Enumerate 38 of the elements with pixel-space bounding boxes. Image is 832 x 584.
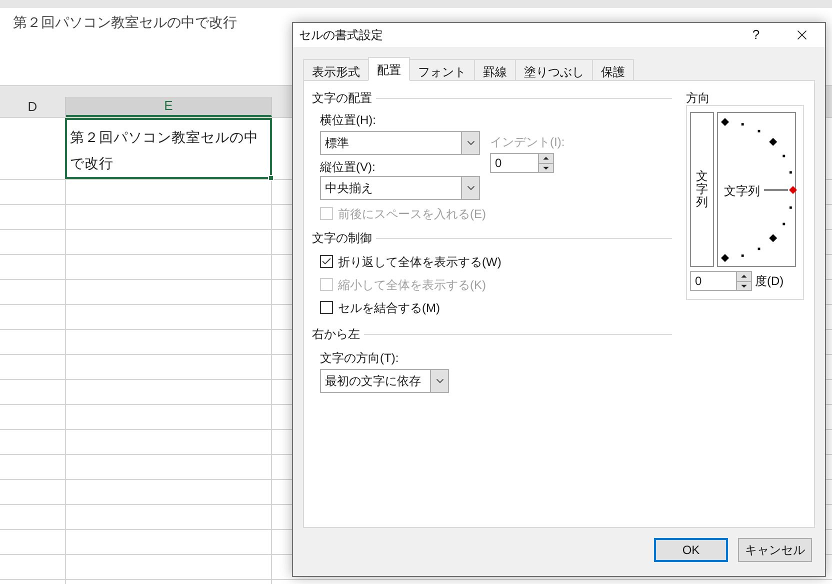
- select-value: 標準: [324, 135, 350, 152]
- vertical-text-button[interactable]: 文字列: [690, 112, 714, 267]
- check-icon: [321, 256, 332, 267]
- orientation-sample-text: 文字列: [724, 183, 760, 200]
- select-value: 最初の文字に依存: [324, 373, 422, 390]
- degrees-label: 度(D): [755, 273, 784, 290]
- formula-bar-text[interactable]: 第２回パソコン教室セルの中で改行: [13, 14, 237, 30]
- dialog-title: セルの書式設定: [299, 27, 384, 44]
- section-title: 方向: [686, 90, 711, 105]
- spin-value: 0: [494, 155, 503, 172]
- checkbox[interactable]: [320, 255, 333, 268]
- field-label: 横位置(H):: [320, 112, 377, 129]
- section-title: 文字の配置: [312, 90, 372, 107]
- indent-label: インデント(I):: [490, 134, 565, 151]
- spin-value: 0: [694, 273, 703, 290]
- tab[interactable]: 配置: [368, 57, 410, 81]
- select-value: 中央揃え: [324, 180, 374, 197]
- tab[interactable]: 表示形式: [303, 59, 369, 81]
- checkbox-label: 前後にスペースを入れる(E): [338, 206, 486, 222]
- checkbox[interactable]: [320, 301, 333, 314]
- degrees-spinner[interactable]: 0: [690, 271, 752, 291]
- dialog-button[interactable]: キャンセル: [738, 538, 812, 562]
- field-label: 縦位置(V):: [320, 159, 376, 176]
- tab[interactable]: 保護: [592, 59, 634, 81]
- field-label: 文字の方向(T):: [320, 350, 400, 367]
- text-direction-select[interactable]: 最初の文字に依存: [320, 369, 449, 393]
- checkbox-label: 折り返して全体を表示する(W): [338, 254, 502, 270]
- dialog-button[interactable]: OK: [654, 538, 728, 562]
- column-header[interactable]: E: [66, 97, 272, 117]
- section-title: 右から左: [312, 326, 360, 343]
- checkbox-label: 縮小して全体を表示する(K): [338, 276, 486, 294]
- tab[interactable]: 塗りつぶし: [515, 59, 593, 81]
- horizontal-select[interactable]: 標準: [320, 131, 480, 155]
- vertical-select[interactable]: 中央揃え: [320, 176, 480, 200]
- help-button[interactable]: ?: [733, 25, 779, 45]
- section-title: 文字の制御: [312, 230, 372, 247]
- active-cell[interactable]: 第２回パソコン教室セルの中で改行: [65, 118, 272, 179]
- checkbox-label: セルを結合する(M): [338, 300, 440, 316]
